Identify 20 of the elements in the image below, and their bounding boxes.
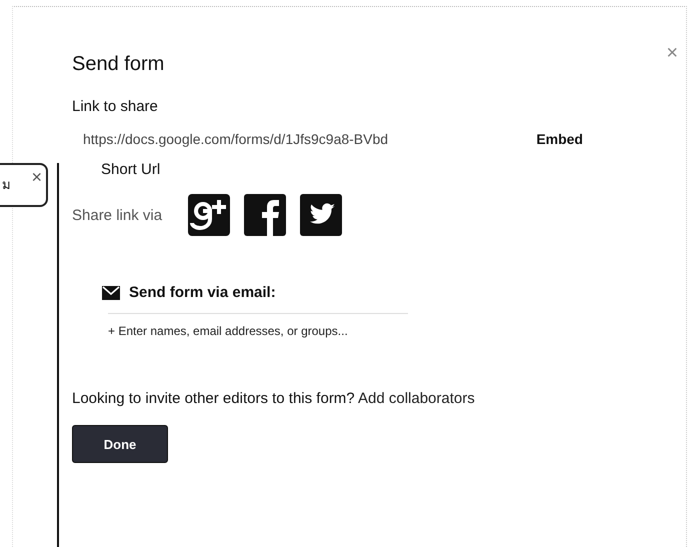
close-button[interactable]: × [31,167,42,188]
share-button[interactable] [244,194,286,236]
email-label: Send form via email: [129,284,276,301]
envelope-icon [102,286,120,300]
section-label: Link to share [72,98,159,115]
share-label: Share link via [72,206,162,224]
bird-icon [300,194,342,236]
add-collaborators-link[interactable]: Add collaborators [358,390,475,407]
popup-text: ม [2,176,11,194]
short-url-link[interactable]: Short Url [101,161,686,178]
share-url: https://docs.google.com/forms/d/1Jfs9c9a8-BVbd [83,131,388,147]
embed-link[interactable]: Embed [536,131,583,147]
facebook-icon [244,194,286,236]
dialog-title: Send form [72,53,166,76]
share-button[interactable] [188,194,230,236]
google-plus-icon [188,194,230,236]
done-button[interactable]: Done [72,425,168,463]
collaborators-text: Looking to invite other editors to this form? Add collaborators [72,390,476,407]
share-button[interactable] [300,194,342,236]
close-button[interactable]: × [662,43,682,63]
